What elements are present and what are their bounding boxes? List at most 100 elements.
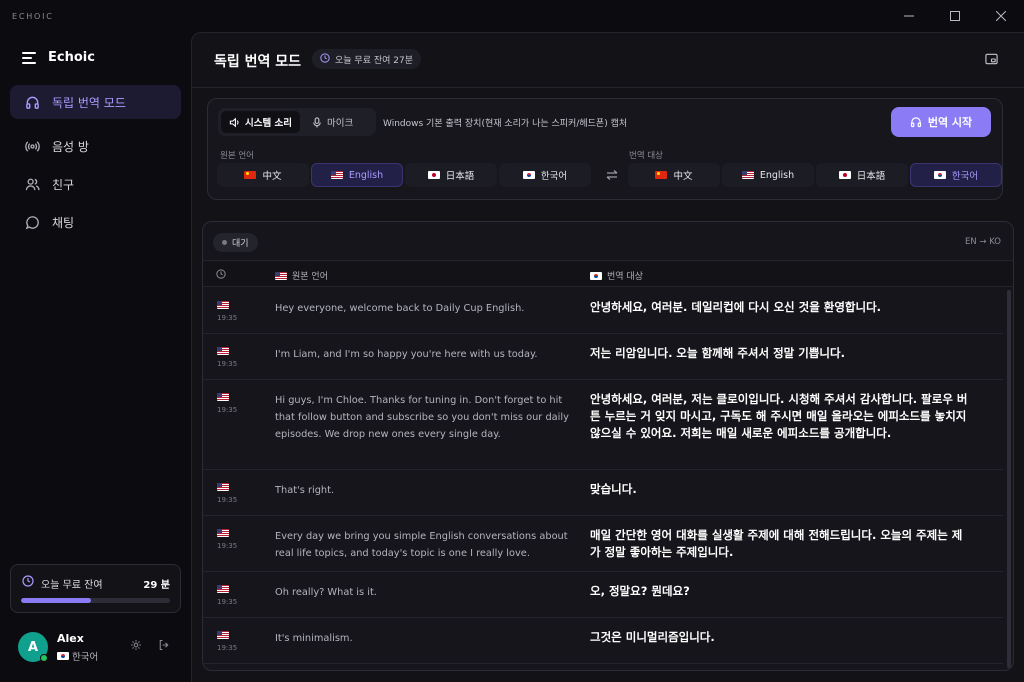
tab-microphone[interactable]: 마이크 [304, 111, 361, 133]
us-flag-icon [217, 529, 229, 537]
row-translated-text: 매일 간단한 영어 대화를 실생활 주제에 대해 전해드립니다. 오늘의 주제는… [590, 528, 963, 559]
row-timestamp: 19:35 [217, 496, 238, 504]
us-flag-icon [217, 631, 229, 639]
row-translated-text: 안녕하세요, 여러분. 데일리컵에 다시 오신 것을 환영합니다. [590, 300, 882, 314]
remaining-time-text: 오늘 무료 잔여 27분 [335, 55, 413, 66]
status-text: 대기 [232, 239, 249, 249]
korea-flag-icon [933, 171, 946, 179]
scrollbar[interactable] [1007, 290, 1011, 668]
sidebar-item-friends[interactable]: 친구 [10, 167, 181, 201]
status-dot [222, 240, 227, 245]
us-flag-icon [217, 347, 229, 355]
china-flag-icon [655, 171, 668, 179]
window-controls [886, 0, 1024, 32]
sidebar-item-voice-room[interactable]: 음성 방 [10, 129, 181, 163]
headphones-icon [24, 94, 40, 110]
target-lang-korean[interactable]: 한국어 [910, 163, 1002, 187]
title-bar: ECHOIC [0, 0, 1024, 32]
target-lang-japanese[interactable]: 日本語 [816, 163, 908, 187]
target-column-header: 번역 대상 [590, 269, 643, 282]
translation-direction: EN → KO [964, 237, 1001, 247]
source-column-header: 원본 언어 [275, 269, 328, 282]
row-source-text: I'm Liam, and I'm so happy you're here w… [275, 349, 538, 360]
row-source-text: Hi guys, I'm Chloe. Thanks for tuning in… [275, 395, 569, 440]
sidebar-item-chat[interactable]: 채팅 [10, 205, 181, 239]
us-flag-icon [275, 271, 287, 280]
row-source-text: Oh really? What is it. [275, 587, 377, 598]
japan-flag-icon [427, 171, 440, 179]
logout-button[interactable] [158, 639, 170, 654]
clock-icon [320, 52, 330, 66]
sidebar-item-standalone-translation[interactable]: 독립 번역 모드 [10, 85, 181, 119]
target-column-label: 번역 대상 [607, 272, 643, 282]
chat-bubble-icon [24, 214, 40, 230]
target-lang-english[interactable]: English [722, 163, 814, 187]
minimize-icon [904, 15, 914, 17]
source-language-label: 원본 언어 [220, 151, 254, 161]
brand-logo-icon [22, 51, 36, 64]
row-timestamp: 19:35 [217, 598, 238, 606]
table-row: 19:35 Every day we bring you simple Engli… [203, 516, 1003, 572]
tab-label: 마이크 [327, 118, 354, 129]
sidebar-item-label: 독립 번역 모드 [52, 95, 126, 110]
transcript-panel: 대기 EN → KO 원본 언어 번역 대상 19:35 Hey everyone… [202, 221, 1014, 671]
table-row: 19:35 Hey everyone, welcome back to Daily… [203, 288, 1003, 334]
us-flag-icon [330, 171, 343, 179]
korea-flag-icon [57, 652, 69, 660]
row-source-text: Every day we bring you simple English co… [275, 531, 568, 559]
clock-icon [216, 269, 226, 279]
maximize-button[interactable] [932, 0, 978, 32]
row-translated-text: 오, 정말요? 뭔데요? [590, 584, 690, 598]
settings-button[interactable] [130, 639, 142, 654]
source-lang-japanese[interactable]: 日本語 [405, 163, 497, 187]
source-lang-english[interactable]: English [311, 163, 403, 187]
source-lang-korean[interactable]: 한국어 [499, 163, 591, 187]
user-language: 한국어 [57, 649, 98, 663]
target-lang-chinese[interactable]: 中文 [628, 163, 720, 187]
user-name: Alex [57, 632, 84, 645]
microphone-icon [313, 116, 321, 128]
clock-icon [22, 575, 34, 590]
lang-label: English [348, 169, 384, 181]
page-title: 독립 번역 모드 [214, 54, 302, 70]
sidebar-item-label: 채팅 [52, 215, 75, 230]
close-icon [996, 11, 1006, 21]
time-column-header [216, 269, 226, 279]
gear-icon [131, 640, 141, 650]
status-badge: 대기 [213, 233, 258, 252]
sidebar-item-label: 친구 [52, 177, 75, 192]
japan-flag-icon [838, 171, 851, 179]
brand: Echoic [22, 50, 95, 65]
row-timestamp: 19:35 [217, 542, 238, 550]
mini-window-button[interactable] [985, 53, 998, 68]
quota-progress-fill [21, 598, 92, 603]
row-timestamp: 19:35 [217, 360, 238, 368]
tab-label: 시스템 소리 [245, 118, 293, 129]
source-lang-chinese[interactable]: 中文 [217, 163, 309, 187]
row-translated-text: 안녕하세요, 여러분, 저는 클로이입니다. 시청해 주셔서 감사합니다. 팔로… [590, 392, 968, 440]
table-row: 19:35 Oh really? What is it. 오, 정말요? 뭔데요? [203, 572, 1003, 618]
minimize-button[interactable] [886, 0, 932, 32]
headphones-icon [910, 117, 921, 128]
close-button[interactable] [978, 0, 1024, 32]
us-flag-icon [217, 393, 229, 401]
free-quota-card: 오늘 무료 잔여 29 분 [10, 564, 181, 613]
row-translated-text: 저는 리암입니다. 오늘 함께해 주셔서 정말 기쁩니다. [590, 346, 845, 360]
sidebar-item-label: 음성 방 [52, 139, 89, 154]
tab-system-sound[interactable]: 시스템 소리 [221, 111, 301, 133]
row-translated-text: 그것은 미니멀리즘입니다. [590, 630, 715, 644]
table-header: 원본 언어 번역 대상 [203, 260, 1013, 287]
lang-label: 中文 [262, 171, 282, 182]
swap-languages-button[interactable] [606, 169, 618, 183]
lang-label: 日本語 [445, 171, 475, 182]
start-translation-button[interactable]: 번역 시작 [891, 107, 991, 137]
start-button-label: 번역 시작 [927, 116, 973, 129]
table-row: 19:35 I'm Liam, and I'm so happy you're h… [203, 334, 1003, 380]
broadcast-icon [24, 138, 40, 154]
logout-icon [159, 639, 169, 651]
row-timestamp: 19:35 [217, 644, 238, 652]
lang-label: 中文 [673, 171, 693, 182]
window-title: ECHOIC [12, 11, 54, 21]
online-status-indicator [40, 654, 48, 662]
main-panel: 독립 번역 모드 오늘 무료 잔여 27분 시스템 소리 마이크 Windows… [191, 32, 1024, 682]
